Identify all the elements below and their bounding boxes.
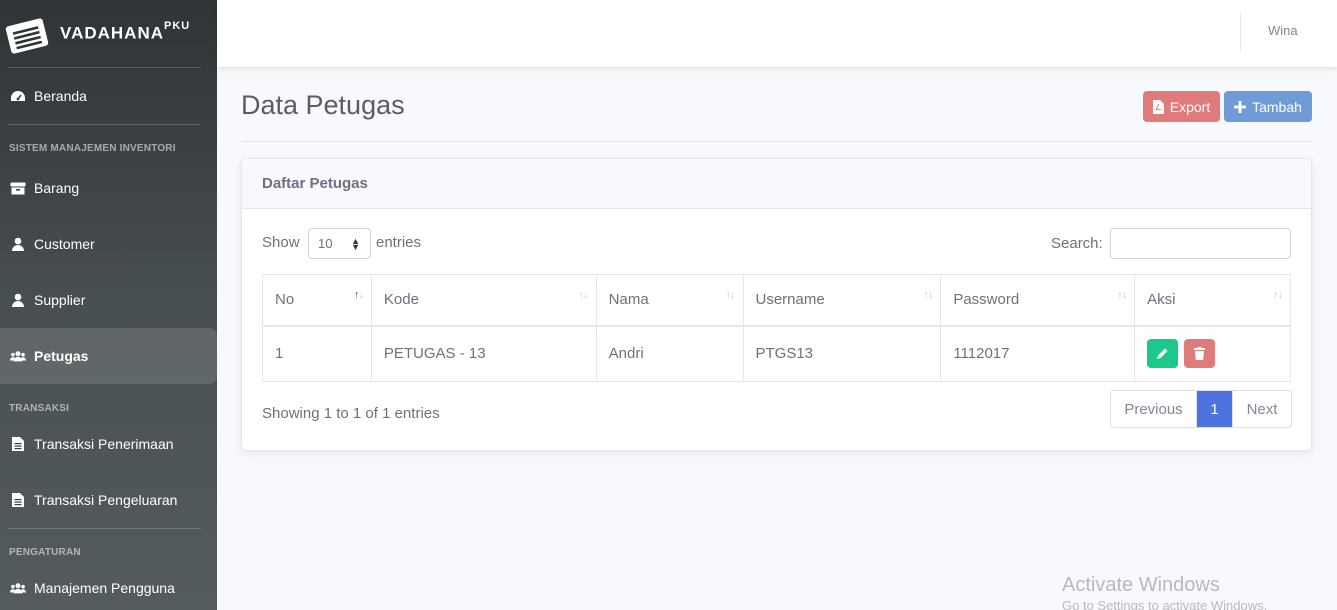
dashboard-gauge-icon bbox=[10, 89, 26, 103]
plus-icon bbox=[1234, 100, 1247, 113]
entries-label: entries bbox=[376, 234, 422, 251]
column-header-nama[interactable]: Nama ↑↓ bbox=[595, 274, 744, 327]
pagination: Previous 1 Next bbox=[1110, 390, 1292, 428]
column-header-label: No bbox=[275, 291, 295, 309]
sidebar-item-barang[interactable]: Barang bbox=[0, 160, 217, 216]
sidebar-item-beranda[interactable]: Beranda bbox=[0, 68, 217, 124]
column-header-label: Kode bbox=[383, 291, 419, 309]
sidebar-item-customer[interactable]: Customer bbox=[0, 216, 217, 272]
column-header-aksi[interactable]: Aksi ↑↓ bbox=[1134, 274, 1291, 327]
sidebar-item-supplier[interactable]: Supplier bbox=[0, 272, 217, 328]
sidebar-item-label: Barang bbox=[34, 180, 80, 196]
sort-icon: ↑↓ bbox=[1117, 289, 1127, 301]
brand-sup: PKU bbox=[164, 20, 191, 33]
sort-icon: ↑↓ bbox=[578, 289, 589, 301]
entries-select[interactable]: 10 ▲ ▼ bbox=[308, 228, 371, 259]
users-icon bbox=[10, 349, 26, 363]
search-input[interactable] bbox=[1110, 228, 1291, 259]
column-header-no[interactable]: No ↑↓ bbox=[262, 274, 372, 327]
column-header-label: Aksi bbox=[1147, 291, 1176, 309]
sidebar-item-label: Petugas bbox=[34, 348, 89, 364]
pdf-file-icon bbox=[1152, 99, 1164, 114]
tambah-label: Tambah bbox=[1252, 98, 1302, 115]
column-header-label: Username bbox=[755, 291, 825, 309]
sidebar: VADAHANAPKU Beranda SISTEM MANAJEMEN INV… bbox=[0, 0, 217, 610]
brand-name: VADAHANAPKU bbox=[60, 20, 191, 43]
column-header-password[interactable]: Password ↑↓ bbox=[940, 274, 1136, 327]
next-page-button[interactable]: Next bbox=[1232, 391, 1291, 427]
topbar: Wina bbox=[217, 0, 1337, 67]
page-title: Data Petugas bbox=[241, 90, 405, 120]
sidebar-item-label: Customer bbox=[34, 236, 95, 252]
sidebar-item-label: Manajemen Pengguna bbox=[34, 580, 175, 596]
activate-windows-subtext: Go to Settings to activate Windows. bbox=[1062, 598, 1268, 610]
sidebar-item-label: Supplier bbox=[34, 292, 86, 308]
column-header-username[interactable]: Username ↑↓ bbox=[742, 274, 942, 327]
sort-icon: ↑↓ bbox=[923, 289, 933, 301]
export-button[interactable]: Export bbox=[1143, 91, 1220, 122]
select-caret-icon: ▲ ▼ bbox=[351, 236, 360, 252]
page-1-button[interactable]: 1 bbox=[1197, 391, 1232, 427]
edit-button[interactable] bbox=[1147, 339, 1179, 369]
user-icon bbox=[10, 237, 26, 251]
warehouse-logo-icon bbox=[4, 14, 50, 54]
sort-icon: ↑↓ bbox=[1273, 289, 1283, 301]
sidebar-item-petugas[interactable]: Petugas bbox=[0, 328, 217, 384]
sidebar-item-label: Transaksi Penerimaan bbox=[34, 436, 174, 452]
pencil-icon bbox=[1157, 348, 1168, 360]
cell-kode: PETUGAS - 13 bbox=[370, 325, 597, 382]
export-label: Export bbox=[1169, 98, 1211, 115]
sidebar-divider bbox=[8, 124, 201, 125]
search-label: Search: bbox=[1051, 235, 1103, 252]
brand[interactable]: VADAHANAPKU bbox=[0, 0, 217, 67]
column-header-label: Nama bbox=[608, 291, 649, 309]
petugas-card: Daftar Petugas Show 10 ▲ ▼ entries Search… bbox=[241, 158, 1312, 451]
sidebar-item-label: Transaksi Pengeluaran bbox=[34, 492, 178, 508]
sidebar-item-manajemen-pengguna[interactable]: Manajemen Pengguna bbox=[0, 560, 217, 610]
table-header-row: No ↑↓ Kode ↑↓ Nama ↑↓ Username ↑↓ Password ↑↓… bbox=[262, 274, 1291, 327]
petugas-table: No ↑↓ Kode ↑↓ Nama ↑↓ Username ↑↓ Password ↑↓… bbox=[262, 274, 1291, 382]
sidebar-item-transaksi-penerimaan[interactable]: Transaksi Penerimaan bbox=[0, 416, 217, 472]
card-title: Daftar Petugas bbox=[242, 159, 1311, 209]
table-row: 1 PETUGAS - 13 Andri PTGS13 1112017 bbox=[262, 325, 1291, 382]
show-label: Show bbox=[262, 234, 300, 251]
trash-icon bbox=[1194, 347, 1206, 361]
delete-button[interactable] bbox=[1184, 339, 1216, 369]
column-header-kode[interactable]: Kode ↑↓ bbox=[370, 274, 597, 327]
user-icon bbox=[10, 293, 26, 307]
sidebar-item-label: Beranda bbox=[34, 88, 87, 104]
cell-password: 1112017 bbox=[940, 325, 1136, 382]
file-icon bbox=[10, 437, 26, 451]
tambah-button[interactable]: Tambah bbox=[1224, 91, 1312, 122]
file-icon bbox=[10, 493, 26, 507]
entries-select-value: 10 bbox=[318, 236, 333, 251]
box-icon bbox=[10, 181, 26, 195]
activate-windows-watermark: Activate Windows bbox=[1062, 574, 1220, 596]
table-info: Showing 1 to 1 of 1 entries bbox=[262, 405, 440, 422]
sidebar-divider bbox=[8, 528, 201, 529]
heading-divider bbox=[241, 141, 1312, 142]
sort-icon: ↑↓ bbox=[353, 289, 364, 301]
sort-icon: ↑↓ bbox=[725, 289, 736, 301]
topbar-divider bbox=[1240, 13, 1241, 51]
sidebar-item-transaksi-pengeluaran[interactable]: Transaksi Pengeluaran bbox=[0, 472, 217, 528]
cell-username: PTGS13 bbox=[742, 325, 942, 382]
cell-nama: Andri bbox=[595, 325, 744, 382]
previous-page-button[interactable]: Previous bbox=[1111, 391, 1197, 427]
sidebar-heading: SISTEM MANAJEMEN INVENTORI bbox=[9, 142, 176, 154]
user-menu[interactable]: Wina bbox=[1268, 23, 1298, 38]
column-header-label: Password bbox=[953, 291, 1020, 309]
cell-no: 1 bbox=[262, 325, 372, 382]
cell-aksi bbox=[1134, 325, 1291, 382]
users-icon bbox=[10, 581, 26, 595]
